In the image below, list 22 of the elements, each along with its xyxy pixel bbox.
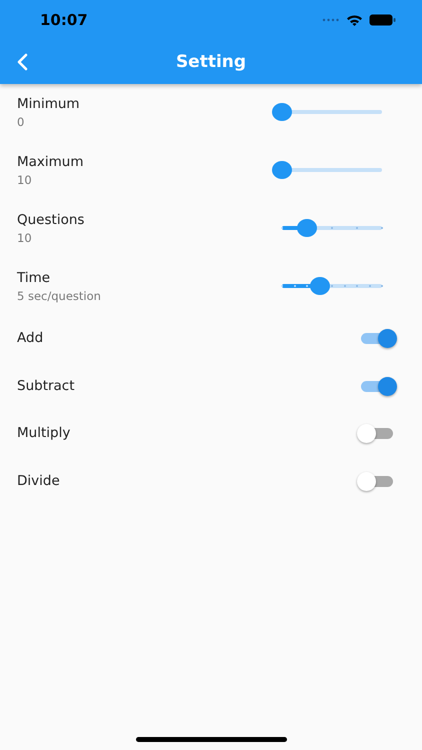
setting-label: Add	[17, 330, 44, 346]
setting-label: Maximum	[17, 154, 84, 170]
slider-thumb[interactable]	[310, 277, 330, 295]
wifi-icon	[346, 14, 363, 26]
back-icon[interactable]	[16, 53, 28, 71]
setting-value: 10	[17, 173, 33, 187]
slider-thumb[interactable]	[272, 161, 292, 179]
signal-icon	[322, 18, 340, 22]
setting-label: Multiply	[17, 425, 70, 441]
screen-title: Setting	[176, 52, 246, 72]
setting-label: Subtract	[17, 378, 75, 394]
battery-icon	[369, 14, 396, 26]
setting-label: Questions	[17, 212, 84, 228]
setting-label: Divide	[17, 472, 60, 488]
setting-label: Minimum	[17, 96, 80, 112]
setting-value: 10	[17, 231, 33, 245]
slider-thumb[interactable]	[297, 219, 317, 237]
setting-label: Time	[17, 270, 52, 286]
slider-thumb[interactable]	[272, 103, 292, 121]
setting-value: 0	[17, 115, 26, 129]
setting-value: 5 sec/question	[17, 289, 101, 303]
status-time: 10:07	[40, 11, 88, 29]
